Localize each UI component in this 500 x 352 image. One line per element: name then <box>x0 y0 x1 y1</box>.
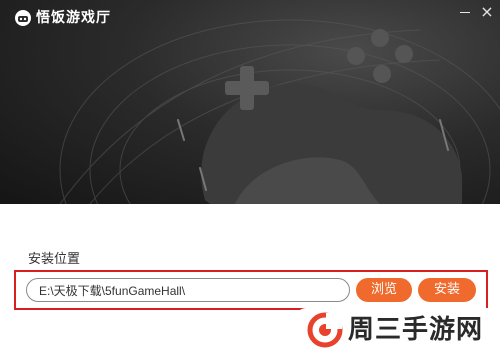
app-title: 悟饭游戏厅 <box>36 10 111 26</box>
install-path-input[interactable] <box>26 278 350 302</box>
installer-window: 悟饭游戏厅 × 安装位置 浏览 安装 周三手游网 <box>0 0 500 352</box>
watermark: 周三手游网 <box>296 308 500 352</box>
hero-banner: 悟饭游戏厅 × <box>0 0 500 204</box>
watermark-logo-icon <box>307 312 343 348</box>
browse-button[interactable]: 浏览 <box>356 278 412 302</box>
close-icon[interactable]: × <box>478 4 496 20</box>
title-bar: 悟饭游戏厅 × <box>0 0 500 36</box>
app-logo-icon <box>15 10 31 26</box>
install-button[interactable]: 安装 <box>418 278 476 302</box>
install-location-label: 安装位置 <box>28 252 81 267</box>
minimize-icon[interactable] <box>456 4 474 20</box>
watermark-text: 周三手游网 <box>348 315 484 345</box>
